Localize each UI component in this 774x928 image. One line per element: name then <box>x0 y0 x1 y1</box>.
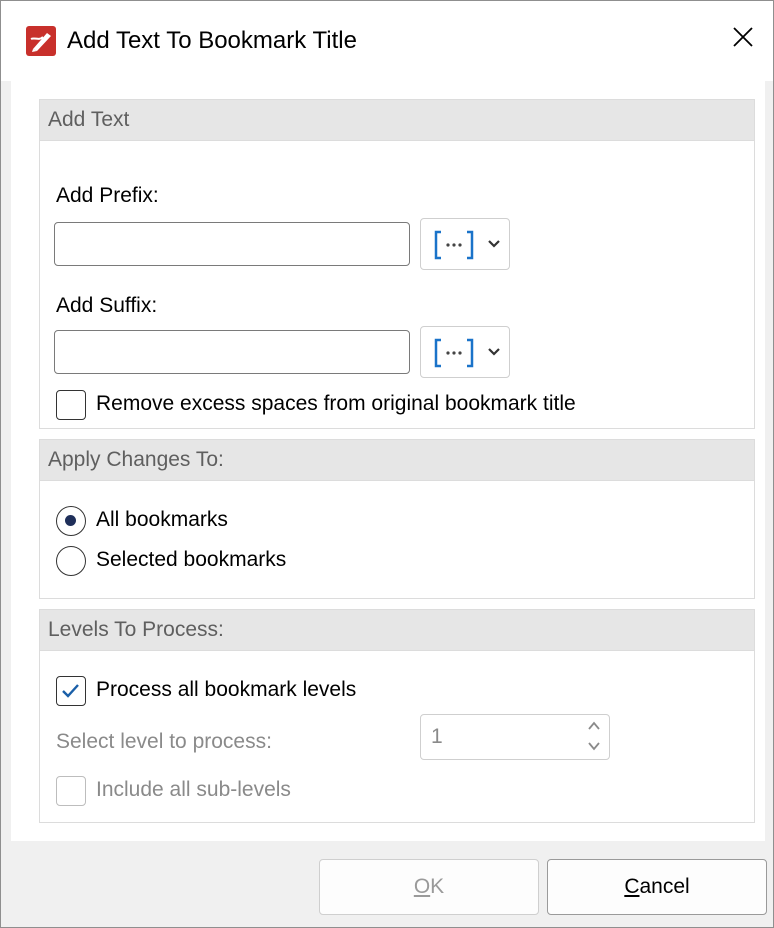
levels-header: Levels To Process: <box>40 610 754 651</box>
level-value: 1 <box>431 725 443 748</box>
prefix-macro-button[interactable] <box>420 218 510 270</box>
macro-brackets-icon <box>434 230 474 260</box>
title-bar: Add Text To Bookmark Title <box>1 1 773 81</box>
prefix-input[interactable] <box>54 222 410 266</box>
remove-spaces-checkbox[interactable] <box>56 390 86 420</box>
macro-brackets-icon <box>434 338 474 368</box>
window-title: Add Text To Bookmark Title <box>67 27 357 54</box>
add-text-group: Add Text Add Prefix: Add Suffix: Remove … <box>39 99 755 429</box>
levels-group: Levels To Process: Process all bookmark … <box>39 609 755 823</box>
suffix-input[interactable] <box>54 330 410 374</box>
dialog-content: Add Text Add Prefix: Add Suffix: Remove … <box>11 81 765 841</box>
include-sublevels-label: Include all sub-levels <box>96 778 291 801</box>
selected-bookmarks-label: Selected bookmarks <box>96 548 287 571</box>
process-all-label: Process all bookmark levels <box>96 678 357 701</box>
chevron-up-icon[interactable] <box>587 719 601 733</box>
radio-dot-icon <box>65 515 76 526</box>
ok-rest: K <box>430 875 445 898</box>
add-text-header: Add Text <box>40 100 754 141</box>
suffix-label: Add Suffix: <box>56 294 158 317</box>
ok-mnemonic: O <box>413 875 431 898</box>
checkmark-icon <box>62 684 79 698</box>
prefix-label: Add Prefix: <box>56 184 159 207</box>
chevron-down-icon <box>488 348 500 356</box>
remove-spaces-label: Remove excess spaces from original bookm… <box>96 392 576 415</box>
ok-button[interactable]: OK <box>319 859 539 915</box>
close-icon <box>733 27 753 47</box>
cancel-mnemonic: C <box>624 875 640 898</box>
all-bookmarks-radio[interactable] <box>56 506 86 536</box>
close-button[interactable] <box>721 15 765 59</box>
dialog-window: Add Text To Bookmark Title Add Text Add … <box>0 0 774 928</box>
suffix-macro-button[interactable] <box>420 326 510 378</box>
chevron-down-icon[interactable] <box>587 739 601 753</box>
all-bookmarks-label: All bookmarks <box>96 508 228 531</box>
selected-bookmarks-radio[interactable] <box>56 546 86 576</box>
cancel-button[interactable]: Cancel <box>547 859 767 915</box>
cancel-rest: ancel <box>639 875 690 898</box>
apply-changes-group: Apply Changes To: All bookmarks Selected… <box>39 439 755 599</box>
select-level-label: Select level to process: <box>56 730 272 753</box>
chevron-down-icon <box>488 240 500 248</box>
level-spinner[interactable]: 1 <box>420 714 610 760</box>
include-sublevels-checkbox[interactable] <box>56 776 86 806</box>
apply-changes-header: Apply Changes To: <box>40 440 754 481</box>
process-all-checkbox[interactable] <box>56 676 86 706</box>
pdf-editor-app-icon <box>26 26 56 56</box>
